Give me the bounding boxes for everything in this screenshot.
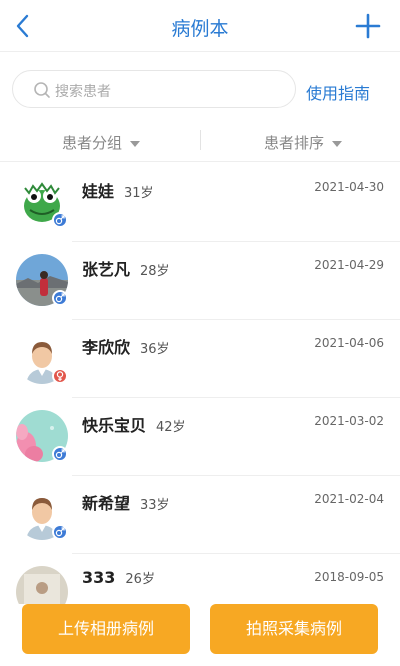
page-title: 病例本 bbox=[171, 18, 229, 40]
patient-row[interactable]: 李欣欣 36岁 2021-04-06 bbox=[0, 320, 400, 398]
search-placeholder: 搜索患者 bbox=[55, 84, 111, 100]
patient-date: 2021-04-29 bbox=[314, 258, 384, 272]
patient-age: 36岁 bbox=[140, 342, 170, 357]
photo-avatar bbox=[16, 566, 68, 604]
bottom-action-bar: 上传相册病例 拍照采集病例 bbox=[0, 600, 400, 666]
patient-name: 娃娃 31岁 bbox=[82, 182, 154, 201]
header-bar: 病例本 bbox=[0, 0, 400, 52]
patient-row[interactable]: 新希望 33岁 2021-02-04 bbox=[0, 476, 400, 554]
caret-down-icon bbox=[332, 140, 343, 147]
add-patient-button[interactable] bbox=[354, 12, 382, 40]
male-badge-icon bbox=[52, 290, 68, 306]
patient-name: 333 26岁 bbox=[82, 568, 155, 587]
patient-name: 新希望 33岁 bbox=[82, 494, 170, 513]
female-badge-icon bbox=[52, 368, 68, 384]
patient-age: 28岁 bbox=[140, 264, 170, 279]
patient-sort-label: 患者排序 bbox=[264, 134, 325, 152]
patient-name: 快乐宝贝 42岁 bbox=[82, 416, 186, 435]
patient-sort-filter[interactable]: 患者排序 bbox=[264, 132, 343, 153]
male-badge-icon bbox=[52, 446, 68, 462]
filter-divider bbox=[200, 130, 201, 150]
patient-name: 李欣欣 36岁 bbox=[82, 338, 170, 357]
patient-age: 31岁 bbox=[124, 186, 154, 201]
male-badge-icon bbox=[52, 212, 68, 228]
patient-age: 33岁 bbox=[140, 498, 170, 513]
search-row: 搜索患者 使用指南 bbox=[0, 62, 400, 118]
caret-down-icon bbox=[130, 140, 141, 147]
plus-icon bbox=[355, 13, 381, 39]
patient-name: 张艺凡 28岁 bbox=[82, 260, 170, 279]
patient-group-label: 患者分组 bbox=[62, 134, 123, 152]
patient-date: 2021-02-04 bbox=[314, 492, 384, 506]
patient-list: 娃娃 31岁 2021-04-30 张艺凡 28岁 2021-04-29 李欣欣… bbox=[0, 164, 400, 604]
patient-row[interactable]: 张艺凡 28岁 2021-04-29 bbox=[0, 242, 400, 320]
search-icon bbox=[34, 82, 50, 98]
patient-date: 2021-04-30 bbox=[314, 180, 384, 194]
search-input[interactable]: 搜索患者 bbox=[12, 70, 296, 108]
upload-album-case-button[interactable]: 上传相册病例 bbox=[22, 604, 190, 654]
usage-guide-link[interactable]: 使用指南 bbox=[306, 80, 370, 104]
photo-capture-case-button[interactable]: 拍照采集病例 bbox=[210, 604, 378, 654]
patient-date: 2021-03-02 bbox=[314, 414, 384, 428]
patient-date: 2018-09-05 bbox=[314, 570, 384, 584]
patient-row[interactable]: 333 26岁 2018-09-05 bbox=[0, 554, 400, 604]
patient-age: 26岁 bbox=[125, 572, 155, 587]
filter-row: 患者分组 患者排序 bbox=[0, 124, 400, 162]
patient-row[interactable]: 快乐宝贝 42岁 2021-03-02 bbox=[0, 398, 400, 476]
patient-age: 42岁 bbox=[156, 420, 186, 435]
patient-date: 2021-04-06 bbox=[314, 336, 384, 350]
male-badge-icon bbox=[52, 524, 68, 540]
patient-group-filter[interactable]: 患者分组 bbox=[62, 132, 141, 153]
patient-row[interactable]: 娃娃 31岁 2021-04-30 bbox=[0, 164, 400, 242]
